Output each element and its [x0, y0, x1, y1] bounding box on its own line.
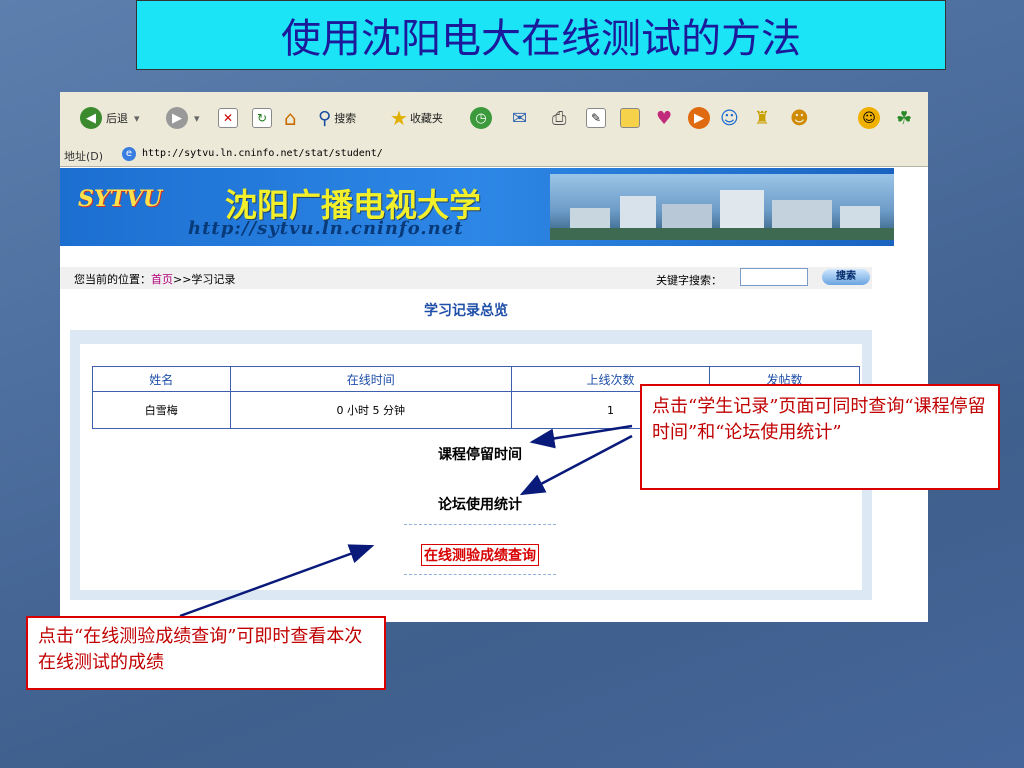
arrow-to-test-results — [179, 544, 375, 618]
arrow-to-course-time — [529, 424, 633, 449]
arrow-to-forum-stats — [519, 434, 633, 496]
callout-right: 点击“学生记录”页面可同时查询“课程停留时间”和“论坛使用统计” — [640, 384, 1000, 490]
callout-left: 点击“在线测验成绩查询”可即时查看本次在线测试的成绩 — [26, 616, 386, 690]
